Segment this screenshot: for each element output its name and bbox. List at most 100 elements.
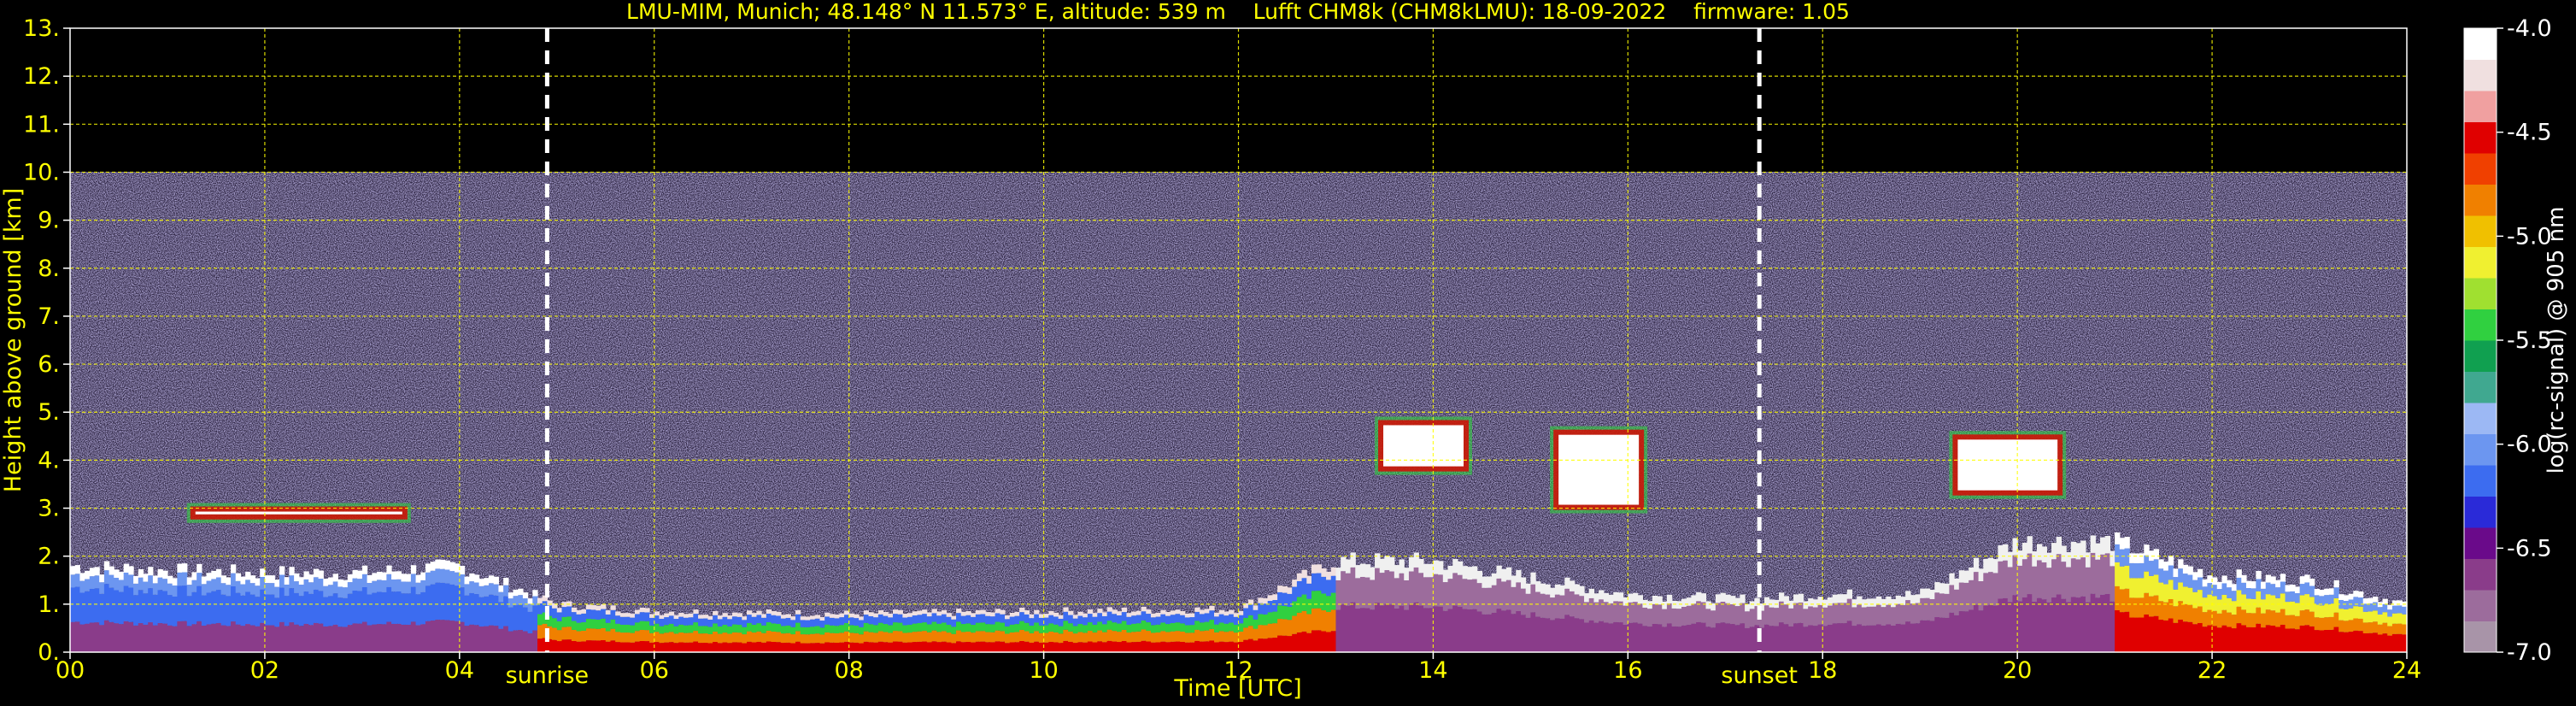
boundary-layer-cell	[70, 566, 76, 575]
boundary-layer-cell	[493, 626, 500, 652]
boundary-layer-cell	[1472, 609, 1478, 652]
cloud-core	[1957, 439, 2058, 491]
boundary-layer-cell	[571, 612, 578, 621]
boundary-layer-cell	[2115, 609, 2121, 652]
boundary-layer-cell	[673, 633, 679, 644]
boundary-layer-cell	[2036, 544, 2043, 561]
boundary-layer-cell	[513, 605, 519, 631]
boundary-layer-cell	[2241, 574, 2247, 583]
boundary-layer-cell	[2070, 597, 2077, 652]
boundary-layer-cell	[975, 641, 982, 652]
boundary-layer-cell	[780, 633, 787, 644]
boundary-layer-cell	[1895, 603, 1902, 624]
boundary-layer-cell	[148, 622, 154, 652]
boundary-layer-cell	[873, 613, 879, 618]
boundary-layer-cell	[1150, 625, 1157, 633]
boundary-layer-cell	[1029, 618, 1035, 627]
boundary-layer-cell	[2368, 611, 2374, 623]
x-tick-label: 24	[2392, 657, 2421, 684]
boundary-layer-cell	[1180, 641, 1186, 652]
boundary-layer-cell	[2250, 627, 2256, 652]
boundary-layer-cell	[191, 580, 197, 592]
boundary-layer-cell	[1404, 568, 1410, 580]
boundary-layer-cell	[1121, 621, 1128, 630]
boundary-layer-cell	[2362, 611, 2369, 623]
boundary-layer-cell	[1121, 629, 1128, 641]
boundary-layer-cell	[2245, 627, 2252, 652]
boundary-layer-cell	[1866, 625, 1872, 652]
boundary-layer-cell	[824, 642, 830, 652]
boundary-layer-cell	[1068, 631, 1074, 642]
boundary-layer-cell	[1150, 617, 1157, 626]
boundary-layer-cell	[2197, 606, 2203, 623]
boundary-layer-cell	[2173, 568, 2179, 578]
boundary-layer-cell	[2149, 561, 2155, 576]
boundary-layer-cell	[1101, 612, 1108, 616]
boundary-layer-cell	[668, 623, 675, 632]
colorbar-tick-label: -7.0	[2507, 639, 2552, 666]
boundary-layer-cell	[1364, 577, 1370, 609]
boundary-layer-cell	[2250, 598, 2256, 614]
boundary-layer-cell	[1657, 596, 1663, 605]
boundary-layer-cell	[673, 615, 679, 620]
boundary-layer-cell	[235, 624, 242, 652]
boundary-layer-cell	[1204, 613, 1210, 622]
boundary-layer-cell	[1043, 642, 1049, 652]
boundary-layer-cell	[619, 642, 626, 652]
boundary-layer-cell	[2221, 594, 2227, 610]
boundary-layer-cell	[902, 632, 908, 643]
boundary-layer-cell	[518, 588, 524, 596]
boundary-layer-cell	[1574, 618, 1580, 652]
boundary-layer-cell	[1749, 627, 1756, 652]
boundary-layer-cell	[2270, 610, 2276, 626]
boundary-layer-cell	[172, 585, 178, 597]
boundary-layer-cell	[294, 592, 300, 625]
boundary-layer-cell	[201, 595, 208, 627]
boundary-layer-cell	[2236, 569, 2242, 578]
boundary-layer-cell	[654, 632, 660, 643]
colorbar-segment	[2464, 121, 2497, 154]
boundary-layer-cell	[576, 609, 582, 615]
boundary-layer-cell	[946, 624, 952, 633]
boundary-layer-cell	[596, 620, 601, 629]
boundary-layer-cell	[133, 575, 139, 584]
boundary-layer-cell	[1599, 621, 1605, 652]
boundary-layer-cell	[747, 615, 753, 623]
boundary-layer-cell	[143, 581, 149, 594]
boundary-layer-cell	[713, 631, 719, 642]
boundary-layer-cell	[2265, 609, 2272, 626]
boundary-layer-cell	[2241, 625, 2247, 652]
boundary-layer-cell	[1725, 594, 1731, 603]
boundary-layer-cell	[664, 617, 670, 626]
boundary-layer-cell	[1321, 568, 1327, 577]
boundary-layer-cell	[1077, 615, 1083, 624]
boundary-layer-cell	[1705, 609, 1711, 627]
boundary-layer-cell	[2397, 633, 2403, 652]
boundary-layer-cell	[965, 631, 971, 642]
boundary-layer-cell	[313, 568, 320, 578]
boundary-layer-cell	[736, 613, 742, 617]
boundary-layer-cell	[464, 576, 470, 585]
boundary-layer-cell	[1024, 622, 1030, 632]
boundary-layer-cell	[109, 587, 114, 622]
boundary-layer-cell	[1253, 628, 1259, 641]
boundary-layer-cell	[1934, 582, 1940, 593]
boundary-layer-cell	[1229, 614, 1235, 623]
boundary-layer-cell	[2017, 550, 2023, 566]
boundary-layer-cell	[264, 583, 271, 595]
boundary-layer-cell	[2144, 571, 2150, 593]
boundary-layer-cell	[1345, 573, 1352, 606]
boundary-layer-cell	[1311, 608, 1317, 631]
boundary-layer-cell	[810, 627, 816, 634]
boundary-layer-cell	[1540, 593, 1546, 618]
boundary-layer-cell	[1160, 631, 1166, 642]
boundary-layer-cell	[1579, 585, 1585, 597]
boundary-layer-cell	[1316, 608, 1322, 631]
boundary-layer-cell	[2046, 602, 2052, 652]
boundary-layer-cell	[2231, 584, 2238, 591]
boundary-layer-cell	[2202, 627, 2208, 652]
boundary-layer-cell	[1545, 594, 1551, 619]
boundary-layer-cell	[1126, 616, 1132, 625]
boundary-layer-cell	[1530, 584, 1536, 613]
boundary-layer-cell	[859, 643, 865, 652]
